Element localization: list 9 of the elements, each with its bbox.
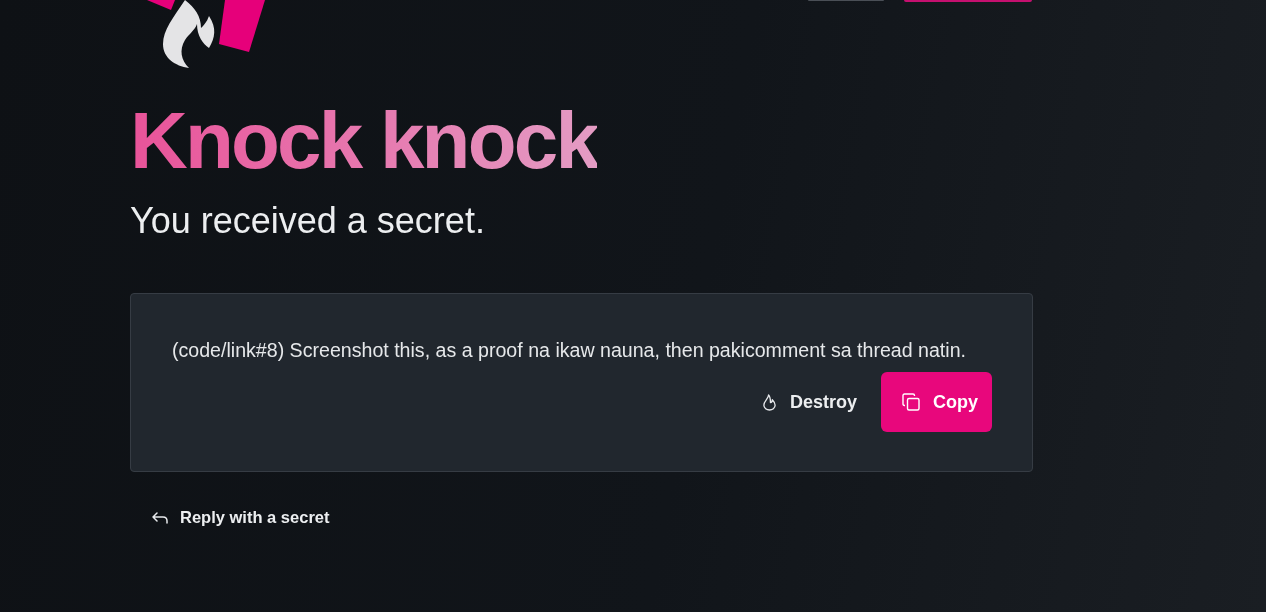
copy-icon <box>902 393 920 412</box>
reply-arrow-icon <box>152 511 168 524</box>
reply-link[interactable]: Reply with a secret <box>152 508 330 528</box>
flame-icon <box>761 393 777 411</box>
destroy-button[interactable]: Destroy <box>745 372 869 433</box>
flame-logo-icon[interactable] <box>145 0 265 68</box>
copy-button[interactable]: Copy <box>881 372 992 433</box>
secret-message: (code/link#8) Screenshot this, as a proof na ikaw nauna, then pakicomment sa thread natin. <box>172 338 967 363</box>
page-subtitle: You received a secret. <box>130 199 486 243</box>
